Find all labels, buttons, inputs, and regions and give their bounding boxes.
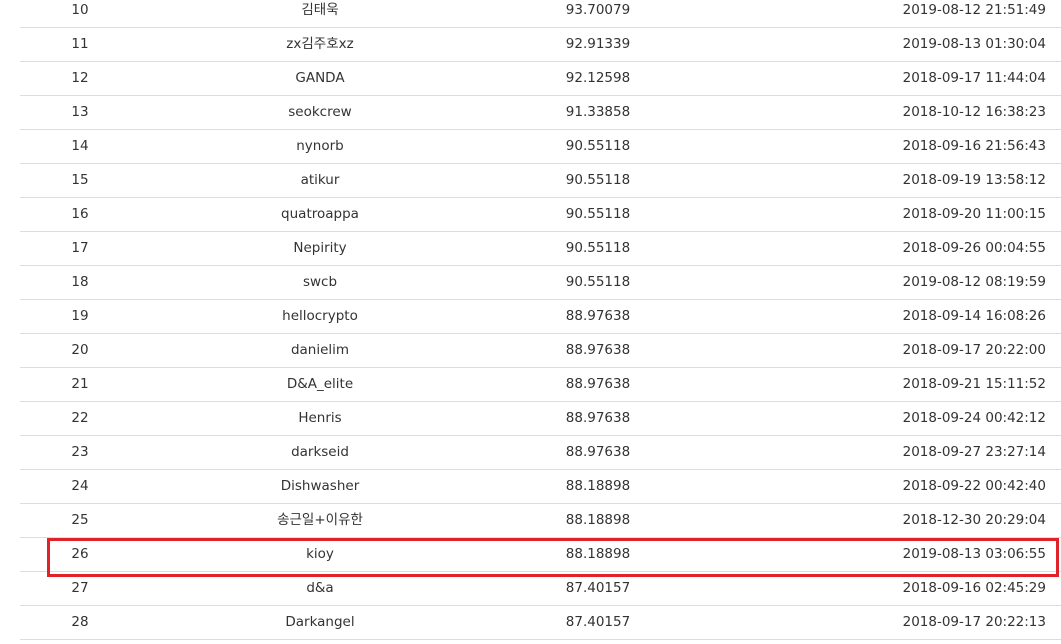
timestamp-cell: 2018-09-16 02:45:29 [902,580,1046,596]
name-cell: 김태욱 [301,2,339,18]
name-cell: d&a [306,580,334,596]
score-cell: 88.18898 [565,478,631,494]
table-row: 25 송근일+이유한 88.18898 2018-12-30 20:29:04 [20,504,1061,538]
rank-cell: 13 [71,104,89,120]
table-row: 21 D&A_elite 88.97638 2018-09-21 15:11:52 [20,368,1061,402]
name-cell: Dishwasher [280,478,360,494]
table-row: 13 seokcrew 91.33858 2018-10-12 16:38:23 [20,96,1061,130]
rank-cell: 25 [71,512,89,528]
name-cell: swcb [302,274,338,290]
name-cell: zx김주호xz [286,36,354,52]
table-row: 15 atikur 90.55118 2018-09-19 13:58:12 [20,164,1061,198]
score-cell: 92.91339 [565,36,631,52]
timestamp-cell: 2018-09-20 11:00:15 [902,206,1046,222]
table-row: 16 quatroappa 90.55118 2018-09-20 11:00:15 [20,198,1061,232]
score-cell: 90.55118 [565,240,631,256]
name-cell: GANDA [295,70,345,86]
rank-cell: 12 [71,70,89,86]
leaderboard-table: 10 김태욱 93.70079 2019-08-12 21:51:49 11 zx김주호x… [20,0,1061,640]
rank-cell: 26 [71,546,89,562]
table-row: 11 zx김주호xz 92.91339 2019-08-13 01:30:04 [20,28,1061,62]
timestamp-cell: 2018-09-17 20:22:13 [902,614,1046,630]
table-row: 12 GANDA 92.12598 2018-09-17 11:44:04 [20,62,1061,96]
timestamp-cell: 2019-08-13 01:30:04 [902,36,1046,52]
name-cell: darkseid [291,444,349,460]
timestamp-cell: 2018-09-24 00:42:12 [902,410,1046,426]
score-cell: 88.18898 [565,512,631,528]
name-cell: Darkangel [285,614,355,630]
name-cell: atikur [300,172,340,188]
rank-cell: 27 [71,580,89,596]
table-row: 26 kioy 88.18898 2019-08-13 03:06:55 [20,538,1061,572]
name-cell: Nepirity [293,240,347,256]
timestamp-cell: 2018-10-12 16:38:23 [902,104,1046,120]
timestamp-cell: 2018-09-16 21:56:43 [902,138,1046,154]
timestamp-cell: 2018-09-14 16:08:26 [902,308,1046,324]
rank-cell: 20 [71,342,89,358]
timestamp-cell: 2018-09-22 00:42:40 [902,478,1046,494]
score-cell: 91.33858 [565,104,631,120]
score-cell: 90.55118 [565,172,631,188]
score-cell: 90.55118 [565,206,631,222]
rank-cell: 11 [71,36,89,52]
score-cell: 93.70079 [565,2,631,18]
rank-cell: 28 [71,614,89,630]
name-cell: nynorb [296,138,344,154]
name-cell: Henris [298,410,342,426]
table-row: 20 danielim 88.97638 2018-09-17 20:22:00 [20,334,1061,368]
name-cell: D&A_elite [286,376,354,392]
timestamp-cell: 2019-08-13 03:06:55 [902,546,1046,562]
rank-cell: 17 [71,240,89,256]
rank-cell: 16 [71,206,89,222]
rank-cell: 15 [71,172,89,188]
name-cell: kioy [306,546,334,562]
rank-cell: 24 [71,478,89,494]
rank-cell: 19 [71,308,89,324]
rank-cell: 10 [71,2,89,18]
timestamp-cell: 2018-09-26 00:04:55 [902,240,1046,256]
name-cell: quatroappa [281,206,359,222]
rank-cell: 21 [71,376,89,392]
timestamp-cell: 2019-08-12 08:19:59 [902,274,1046,290]
table-row: 17 Nepirity 90.55118 2018-09-26 00:04:55 [20,232,1061,266]
score-cell: 88.18898 [565,546,631,562]
table-row: 14 nynorb 90.55118 2018-09-16 21:56:43 [20,130,1061,164]
name-cell: seokcrew [288,104,352,120]
table-row: 27 d&a 87.40157 2018-09-16 02:45:29 [20,572,1061,606]
table-row: 28 Darkangel 87.40157 2018-09-17 20:22:13 [20,606,1061,640]
table-row: 19 hellocrypto 88.97638 2018-09-14 16:08:26 [20,300,1061,334]
timestamp-cell: 2018-09-17 20:22:00 [902,342,1046,358]
score-cell: 88.97638 [565,342,631,358]
timestamp-cell: 2018-09-21 15:11:52 [902,376,1046,392]
table-row: 10 김태욱 93.70079 2019-08-12 21:51:49 [20,0,1061,28]
timestamp-cell: 2018-09-17 11:44:04 [902,70,1046,86]
table-row: 23 darkseid 88.97638 2018-09-27 23:27:14 [20,436,1061,470]
rank-cell: 23 [71,444,89,460]
timestamp-cell: 2018-09-27 23:27:14 [902,444,1046,460]
score-cell: 87.40157 [565,614,631,630]
timestamp-cell: 2018-12-30 20:29:04 [902,512,1046,528]
rank-cell: 18 [71,274,89,290]
score-cell: 88.97638 [565,376,631,392]
timestamp-cell: 2018-09-19 13:58:12 [902,172,1046,188]
timestamp-cell: 2019-08-12 21:51:49 [902,2,1046,18]
table-row: 22 Henris 88.97638 2018-09-24 00:42:12 [20,402,1061,436]
score-cell: 92.12598 [565,70,631,86]
score-cell: 87.40157 [565,580,631,596]
score-cell: 88.97638 [565,444,631,460]
name-cell: 송근일+이유한 [277,512,363,528]
score-cell: 90.55118 [565,274,631,290]
table-row: 24 Dishwasher 88.18898 2018-09-22 00:42:40 [20,470,1061,504]
name-cell: danielim [290,342,350,358]
rank-cell: 14 [71,138,89,154]
score-cell: 88.97638 [565,308,631,324]
table-row: 18 swcb 90.55118 2019-08-12 08:19:59 [20,266,1061,300]
rank-cell: 22 [71,410,89,426]
score-cell: 90.55118 [565,138,631,154]
score-cell: 88.97638 [565,410,631,426]
name-cell: hellocrypto [282,308,358,324]
